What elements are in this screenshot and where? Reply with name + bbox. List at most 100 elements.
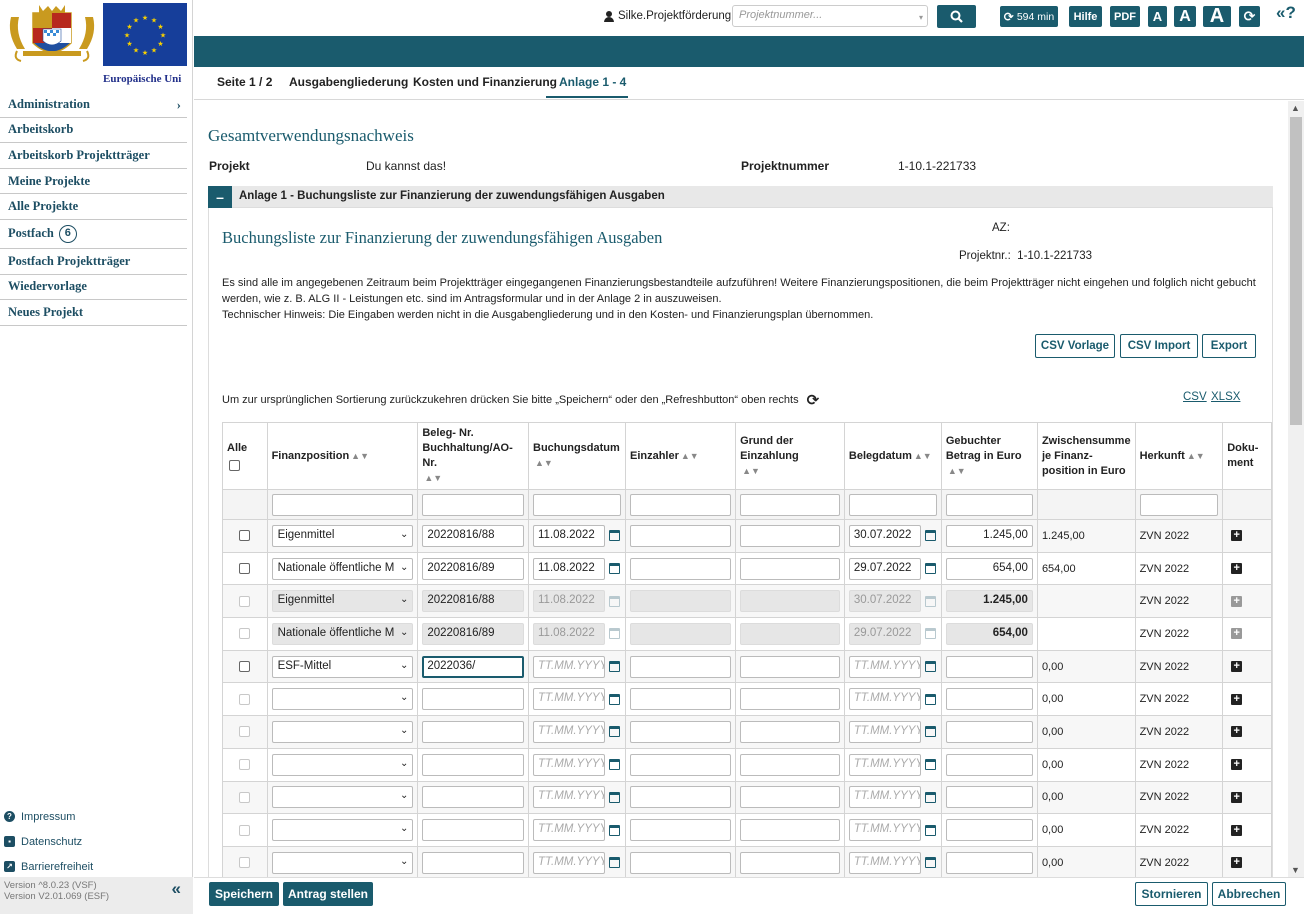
- beleg-nr-input[interactable]: 2022036/: [422, 655, 525, 678]
- buchungsdatum-input[interactable]: 11.08.2022: [533, 557, 606, 580]
- grund-input[interactable]: [740, 655, 840, 678]
- beleg-nr-input[interactable]: [422, 753, 525, 776]
- einzahler-input[interactable]: [629, 819, 732, 842]
- col-betrag[interactable]: Gebuchter Betrag in Euro ▲▼: [940, 422, 1038, 490]
- calendar-icon[interactable]: [924, 661, 936, 673]
- add-document-icon[interactable]: +: [1231, 759, 1243, 771]
- calendar-icon[interactable]: [609, 693, 621, 705]
- nav-arbeitskorb-projekttraeger[interactable]: Arbeitskorb Projektträger: [0, 143, 187, 169]
- belegdatum-input[interactable]: TT.MM.YYYY: [848, 655, 921, 678]
- nav-postfach[interactable]: Postfach 6: [0, 220, 187, 249]
- add-document-icon[interactable]: +: [1231, 824, 1243, 836]
- col-buchungsdatum[interactable]: Buchungsdatum ▲▼: [528, 422, 626, 490]
- calendar-icon[interactable]: [609, 857, 621, 869]
- datenschutz-link[interactable]: ▪ Datenschutz: [4, 829, 93, 854]
- buchungsdatum-input[interactable]: TT.MM.YYYY: [533, 688, 606, 711]
- grund-input[interactable]: [740, 688, 840, 711]
- add-document-icon[interactable]: +: [1231, 661, 1243, 673]
- download-csv-link[interactable]: CSV: [1183, 391, 1207, 403]
- finanzposition-select[interactable]: ⌄: [271, 819, 414, 842]
- calendar-icon[interactable]: [609, 791, 621, 803]
- finanzposition-select[interactable]: Eigenmittel ⌄: [271, 524, 414, 547]
- scrollbar-thumb[interactable]: [1290, 117, 1302, 425]
- grund-input[interactable]: [740, 753, 840, 776]
- calendar-icon[interactable]: [924, 726, 936, 738]
- buchungsdatum-input[interactable]: TT.MM.YYYY: [533, 655, 606, 678]
- betrag-input[interactable]: 654,00: [945, 557, 1033, 580]
- einzahler-input[interactable]: [629, 720, 732, 743]
- finanzposition-select[interactable]: ⌄: [271, 851, 414, 874]
- calendar-icon[interactable]: [924, 857, 936, 869]
- abort-button[interactable]: Abbrechen: [1212, 882, 1286, 906]
- betrag-input[interactable]: [945, 688, 1033, 711]
- add-document-icon[interactable]: +: [1231, 693, 1243, 705]
- tab-anlage-1-4[interactable]: Anlage 1 - 4: [559, 75, 626, 89]
- beleg-nr-input[interactable]: [422, 786, 525, 809]
- betrag-input[interactable]: [945, 720, 1033, 743]
- beleg-nr-input[interactable]: [422, 851, 525, 874]
- belegdatum-input[interactable]: TT.MM.YYYY: [848, 819, 921, 842]
- refresh-button[interactable]: ⟳: [1239, 6, 1260, 27]
- csv-vorlage-button[interactable]: CSV Vorlage: [1035, 334, 1115, 358]
- scroll-down-icon[interactable]: ▼: [1291, 865, 1300, 875]
- filter-betrag-input[interactable]: [945, 493, 1033, 516]
- add-document-icon[interactable]: +: [1231, 791, 1243, 803]
- filter-grund-input[interactable]: [740, 493, 840, 516]
- einzahler-input[interactable]: [629, 786, 732, 809]
- grund-input[interactable]: [740, 851, 840, 874]
- calendar-icon[interactable]: [924, 693, 936, 705]
- filter-herkunft-input[interactable]: [1139, 493, 1219, 516]
- betrag-input[interactable]: [945, 851, 1033, 874]
- col-grund[interactable]: Grund der Einzahlung ▲▼: [735, 422, 845, 490]
- row-checkbox[interactable]: [239, 791, 251, 803]
- font-size-large-button[interactable]: A: [1203, 5, 1231, 27]
- finanzposition-select[interactable]: ⌄: [271, 786, 414, 809]
- finanzposition-select[interactable]: ⌄: [271, 753, 414, 776]
- belegdatum-input[interactable]: TT.MM.YYYY: [848, 688, 921, 711]
- grund-input[interactable]: [740, 819, 840, 842]
- betrag-input[interactable]: 1.245,00: [945, 524, 1033, 547]
- nav-alle-projekte[interactable]: Alle Projekte: [0, 194, 187, 220]
- calendar-icon[interactable]: [924, 563, 936, 575]
- row-checkbox[interactable]: [239, 759, 251, 771]
- calendar-icon[interactable]: [609, 563, 621, 575]
- collapse-sidebar-icon[interactable]: «: [172, 880, 181, 897]
- export-button[interactable]: Export: [1202, 334, 1256, 358]
- font-size-small-button[interactable]: A: [1148, 6, 1167, 27]
- belegdatum-input[interactable]: 30.07.2022: [848, 524, 921, 547]
- filter-finanzposition-input[interactable]: [271, 493, 414, 516]
- refresh-icon[interactable]: ⟳: [807, 391, 820, 409]
- col-belegdatum[interactable]: Belegdatum ▲▼: [843, 422, 942, 490]
- betrag-input[interactable]: [945, 655, 1033, 678]
- help-question-icon[interactable]: «?: [1276, 3, 1296, 23]
- beleg-nr-input[interactable]: [422, 819, 525, 842]
- scroll-up-icon[interactable]: ▲: [1291, 103, 1300, 113]
- project-number-search-input[interactable]: Projektnummer... ▾: [732, 5, 928, 27]
- collapse-section-button[interactable]: –: [208, 186, 232, 208]
- font-size-medium-button[interactable]: A: [1174, 6, 1196, 27]
- betrag-input[interactable]: [945, 753, 1033, 776]
- filter-buchungsdatum-input[interactable]: [533, 493, 621, 516]
- calendar-icon[interactable]: [609, 824, 621, 836]
- barrierefreiheit-link[interactable]: ↗ Barrierefreiheit: [4, 854, 93, 879]
- buchungsdatum-input[interactable]: TT.MM.YYYY: [533, 851, 606, 874]
- belegdatum-input[interactable]: TT.MM.YYYY: [848, 851, 921, 874]
- finanzposition-select[interactable]: ⌄: [271, 688, 414, 711]
- session-timer-button[interactable]: ⟳ 594 min: [1000, 6, 1058, 27]
- calendar-icon[interactable]: [924, 791, 936, 803]
- betrag-input[interactable]: [945, 786, 1033, 809]
- nav-wiedervorlage[interactable]: Wiedervorlage: [0, 275, 187, 301]
- row-checkbox[interactable]: [239, 530, 251, 542]
- filter-einzahler-input[interactable]: [629, 493, 732, 516]
- row-checkbox[interactable]: [239, 661, 251, 673]
- tab-kosten-und-finanzierung[interactable]: Kosten und Finanzierung: [413, 75, 557, 89]
- grund-input[interactable]: [740, 720, 840, 743]
- download-xlsx-link[interactable]: XLSX: [1211, 391, 1240, 403]
- nav-meine-projekte[interactable]: Meine Projekte: [0, 169, 187, 195]
- buchungsdatum-input[interactable]: TT.MM.YYYY: [533, 819, 606, 842]
- filter-belegdatum-input[interactable]: [848, 493, 937, 516]
- belegdatum-input[interactable]: TT.MM.YYYY: [848, 720, 921, 743]
- beleg-nr-input[interactable]: 20220816/89: [422, 557, 525, 580]
- calendar-icon[interactable]: [609, 759, 621, 771]
- col-einzahler[interactable]: Einzahler ▲▼: [624, 422, 737, 490]
